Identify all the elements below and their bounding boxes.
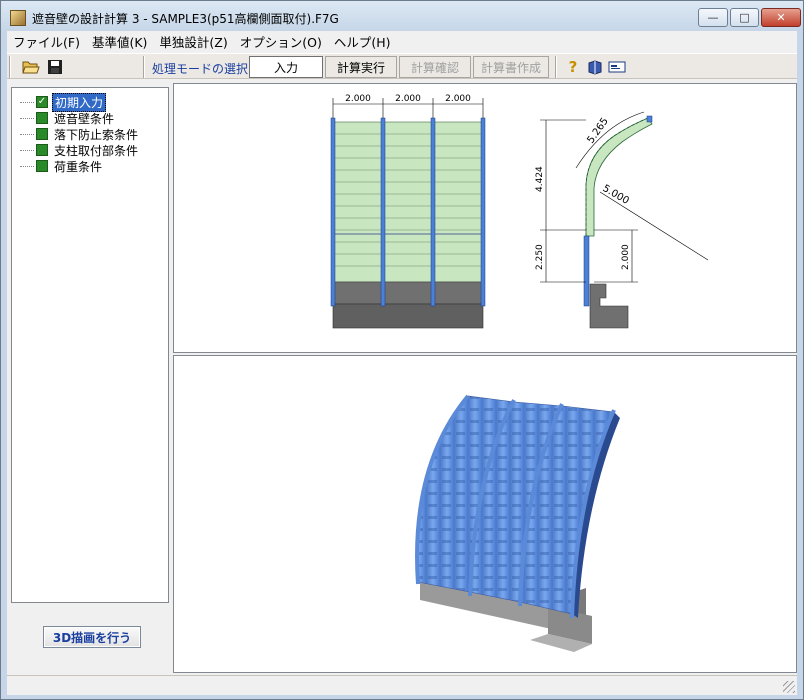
menu-options[interactable]: オプション(O)	[234, 32, 328, 51]
status-box-icon	[36, 128, 48, 140]
draw-3d-button[interactable]: 3D描画を行う	[43, 626, 141, 648]
status-box-icon	[36, 160, 48, 172]
manual-book-icon[interactable]	[585, 57, 605, 77]
post-height-label: 2.000	[621, 244, 631, 270]
minimize-button[interactable]: —	[698, 8, 728, 27]
close-button[interactable]: ✕	[761, 8, 801, 27]
toolbar-separator	[143, 56, 145, 78]
maximize-icon: □	[739, 11, 750, 24]
2d-drawing-canvas: 2.000 2.000 2.000 5.265 5.000 4.424 2.25…	[330, 94, 709, 329]
app-icon	[10, 10, 26, 26]
menu-standard-values[interactable]: 基準値(K)	[86, 32, 153, 51]
help-question-icon[interactable]: ?	[563, 57, 583, 77]
tree-item-initial-input[interactable]: ✓ 初期入力	[20, 92, 107, 112]
front-dim-1: 2.000	[345, 94, 371, 104]
checked-box-icon: ✓	[36, 96, 48, 108]
mode-select-label: 処理モードの選択	[152, 62, 249, 76]
toolbar-separator-2	[555, 56, 557, 78]
status-box-icon	[36, 112, 48, 124]
lower-height-label: 2.250	[535, 244, 545, 270]
tree-item-label: 荷重条件	[54, 159, 103, 174]
tree-item-label: 遮音壁条件	[54, 111, 115, 126]
front-elevation: 2.000 2.000 2.000	[330, 94, 486, 329]
tree-item-label: 落下防止索条件	[54, 127, 139, 142]
side-section: 5.265 5.000 4.424 2.250 2.000	[535, 111, 709, 329]
open-folder-icon[interactable]	[21, 57, 41, 77]
tree-item-label: 支柱取付部条件	[54, 143, 139, 158]
toolbar-grip	[9, 56, 11, 78]
menu-standalone-design[interactable]: 単独設計(Z)	[153, 32, 233, 51]
3d-render-canvas	[415, 394, 620, 652]
toolbar: 処理モードの選択 入力 計算実行 計算確認 計算書作成 ?	[7, 53, 797, 79]
minimize-icon: —	[707, 11, 719, 24]
maximize-button[interactable]: □	[730, 8, 759, 27]
2d-drawing-view[interactable]: 2.000 2.000 2.000 5.265 5.000 4.424 2.25…	[173, 83, 797, 353]
front-dim-3: 2.000	[445, 94, 471, 104]
status-box-icon	[36, 144, 48, 156]
check-calculation-button[interactable]: 計算確認	[399, 56, 471, 78]
run-calculation-button[interactable]: 計算実行	[325, 56, 397, 78]
3d-render-view[interactable]	[173, 355, 797, 673]
menu-file[interactable]: ファイル(F)	[7, 32, 86, 51]
resize-grip-icon[interactable]	[783, 681, 795, 693]
upper-height-label: 4.424	[535, 166, 545, 192]
window-title: 遮音壁の設計計算 3 - SAMPLE3(p51高欄側面取付).F7G	[32, 12, 339, 26]
tree-item-fall-prevention-conditions[interactable]: 落下防止索条件	[20, 126, 140, 142]
menu-bar: ファイル(F) 基準値(K) 単独設計(Z) オプション(O) ヘルプ(H)	[7, 31, 797, 51]
status-bar	[7, 675, 797, 695]
input-tree: ✓ 初期入力 遮音壁条件 落下防止索条件 支柱取付部条件 荷重条件	[11, 87, 169, 603]
tree-item-soundwall-conditions[interactable]: 遮音壁条件	[20, 110, 116, 126]
tree-item-load-conditions[interactable]: 荷重条件	[20, 158, 104, 174]
client-area: ファイル(F) 基準値(K) 単独設計(Z) オプション(O) ヘルプ(H) 処…	[7, 31, 797, 695]
left-panel: ✓ 初期入力 遮音壁条件 落下防止索条件 支柱取付部条件 荷重条件 3D描画を行…	[7, 83, 171, 673]
close-icon: ✕	[776, 11, 786, 24]
create-report-button[interactable]: 計算書作成	[473, 56, 549, 78]
app-window: 遮音壁の設計計算 3 - SAMPLE3(p51高欄側面取付).F7G — □ …	[0, 0, 804, 700]
radius-label: 5.000	[601, 183, 631, 207]
tree-item-post-mount-conditions[interactable]: 支柱取付部条件	[20, 142, 140, 158]
save-disk-icon[interactable]	[45, 57, 65, 77]
mode-input-button[interactable]: 入力	[249, 56, 323, 78]
title-bar: 遮音壁の設計計算 3 - SAMPLE3(p51高欄側面取付).F7G — □ …	[1, 1, 803, 31]
info-card-icon[interactable]	[607, 57, 627, 77]
menu-help[interactable]: ヘルプ(H)	[328, 32, 397, 51]
front-dim-2: 2.000	[395, 94, 421, 104]
